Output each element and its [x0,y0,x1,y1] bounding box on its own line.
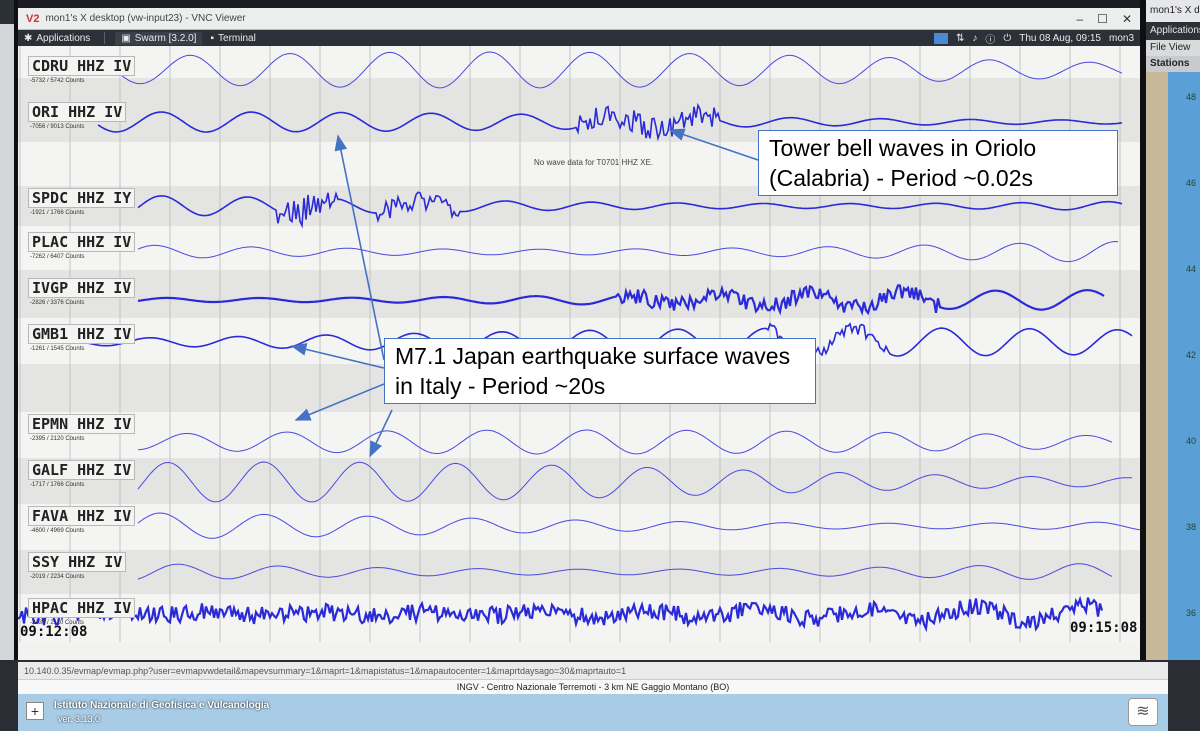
browser-window: 10.140.0.35/evmap/evmap.php?user=evmapvw… [0,660,1200,731]
map-version: ver. 3.13.0 [58,714,101,724]
channel-counts: -1717 / 1766 Counts [30,482,85,488]
swarm-icon: ▣ [121,32,131,44]
vnc-screen: V2 mon1's X desktop (vw-input23) - VNC V… [18,8,1140,660]
minimize-icon[interactable]: – [1076,12,1083,26]
right-monitor-applications[interactable]: Applications [1146,22,1200,40]
zoom-in-button[interactable]: + [26,702,44,720]
callout-bell: Tower bell waves in Oriolo (Calabria) - … [758,130,1118,196]
tab-stations[interactable]: Stations [1146,56,1200,72]
menu-view[interactable]: View [1169,42,1191,53]
channel-counts: -1921 / 1766 Counts [30,210,85,216]
trace-band [18,550,1140,594]
time-right: 09:15:08 [1070,620,1138,636]
right-monitor: mon1's X de Applications File View Stati… [1140,0,1200,660]
channel-label[interactable]: GALF HHZ IV [28,460,136,480]
trace-band [18,504,1140,550]
swarm-label: Swarm [3.2.0] [134,32,197,44]
applications-label: Applications [36,32,91,44]
map-latitude-label: 44 [1185,264,1196,274]
left-monitor [0,0,18,660]
channel-counts: -5732 / 5742 Counts [30,78,85,84]
power-icon[interactable]: ⏻ [1003,33,1011,44]
vnc-titlebar: V2 mon1's X desktop (vw-input23) - VNC V… [18,8,1140,30]
browser-content: 10.140.0.35/evmap/evmap.php?user=evmapvw… [18,662,1168,731]
trace-band [18,270,1140,318]
channel-counts: -2826 / 3376 Counts [30,300,85,306]
channel-label[interactable]: EPMN HHZ IV [28,414,136,434]
event-map[interactable]: + Istituto Nazionale di Geofisica e Vulc… [18,694,1168,731]
menu-file[interactable]: File [1150,42,1166,53]
no-wave-message: No wave data for T0701 HHZ XE. [534,158,654,167]
panel-user[interactable]: mon3 [1109,33,1134,44]
channel-label[interactable]: HPAC HHZ IV [28,598,136,618]
trace-band [18,46,1140,78]
channel-counts: -7056 / 9013 Counts [30,124,85,130]
channel-counts: -2395 / 2120 Counts [30,436,85,442]
right-monitor-menu: File View [1146,40,1200,56]
taskbar-swarm[interactable]: ▣ Swarm [3.2.0] [115,31,203,45]
terminal-label: Terminal [218,32,256,44]
map-latitude-label: 46 [1185,178,1196,188]
map-latitude-label: 48 [1185,92,1196,102]
channel-counts: -2019 / 2234 Counts [30,574,85,580]
map-latitude-label: 42 [1185,350,1196,360]
maximize-icon[interactable]: ☐ [1097,12,1108,26]
volume-icon[interactable]: ♪ [972,33,977,44]
channel-counts: -4600 / 4969 Counts [30,528,85,534]
time-left: 09:12:08 [20,624,88,640]
channel-label[interactable]: GMB1 HHZ IV [28,324,136,344]
layers-icon[interactable]: ≋ [1128,698,1158,726]
trace-band [18,458,1140,504]
desktop-panel: ✱ Applications ▣ Swarm [3.2.0] ▪ Termina… [18,30,1140,46]
map-latitude-label: 40 [1185,436,1196,446]
map-latitude-label: 38 [1185,522,1196,532]
map-title: INGV - Centro Nazionale Terremoti - 3 km… [18,680,1168,694]
trace-band [18,412,1140,458]
network-icon[interactable]: ⇅ [956,33,964,44]
channel-label[interactable]: CDRU HHZ IV [28,56,136,76]
address-bar[interactable]: 10.140.0.35/evmap/evmap.php?user=evmapvw… [18,662,1168,680]
panel-divider [104,32,106,44]
channel-label[interactable]: PLAC HHZ IV [28,232,136,252]
taskbar-terminal[interactable]: ▪ Terminal [210,33,255,44]
channel-label[interactable]: SSY HHZ IV [28,552,127,572]
terminal-icon: ▪ [210,32,215,44]
right-monitor-title: mon1's X de [1146,0,1200,22]
applications-menu[interactable]: ✱ Applications [24,33,90,44]
channel-label[interactable]: IVGP HHZ IV [28,278,136,298]
panel-clock: Thu 08 Aug, 09:15 [1019,32,1101,44]
left-monitor-panel [0,0,14,24]
info-icon[interactable]: ⓘ [985,31,995,46]
channel-label[interactable]: SPDC HHZ IY [28,188,136,208]
applications-icon: ✱ [24,32,33,44]
trace-band [18,226,1140,270]
system-tray: ⇅ ♪ ⓘ ⏻ Thu 08 Aug, 09:15 mon3 [933,31,1134,46]
vnc-window-title: mon1's X desktop (vw-input23) - VNC View… [45,13,246,24]
close-icon[interactable]: ✕ [1122,12,1132,26]
channel-label[interactable]: ORI HHZ IV [28,102,127,122]
channel-label[interactable]: FAVA HHZ IV [28,506,136,526]
callout-quake: M7.1 Japan earthquake surface waves in I… [384,338,816,404]
map-latitude-label: 36 [1185,608,1196,618]
channel-counts: -1261 / 1545 Counts [30,346,85,352]
channel-counts: -7262 / 6407 Counts [30,254,85,260]
map-land [1146,72,1168,660]
workspace-icon[interactable] [933,32,948,44]
ingv-logo-text: Istituto Nazionale di Geofisica e Vulcan… [54,700,270,711]
vnc-logo: V2 [26,12,40,25]
